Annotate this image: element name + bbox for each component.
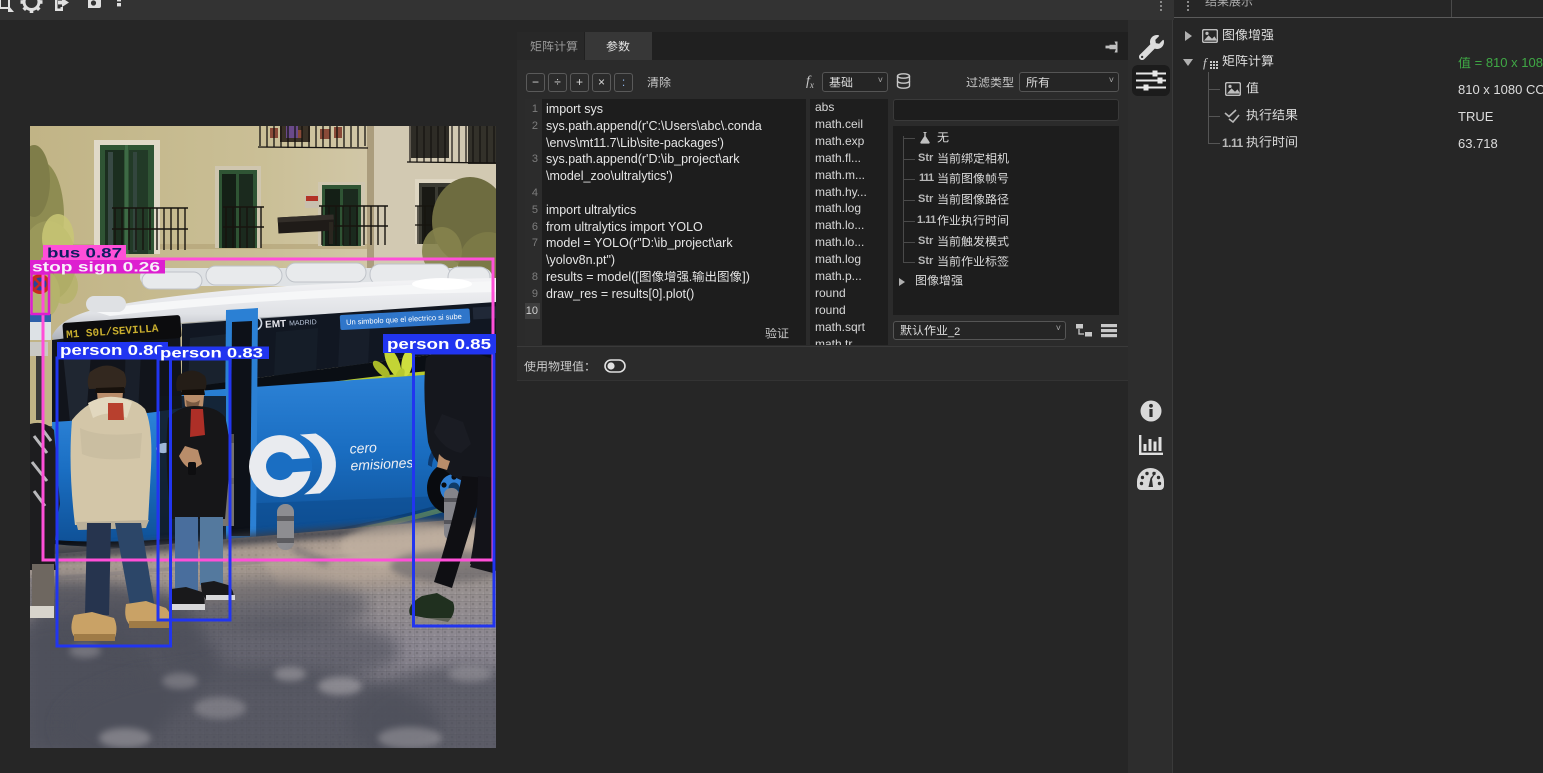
svg-text:MADRID: MADRID <box>289 319 317 327</box>
svg-text:emisiones: emisiones <box>350 454 414 473</box>
svg-text:cero: cero <box>349 439 377 456</box>
svg-text:EMT: EMT <box>265 319 287 331</box>
svg-text:stop sign 0.26: stop sign 0.26 <box>32 259 160 275</box>
svg-text:person 0.86: person 0.86 <box>60 342 164 359</box>
svg-text:person 0.83: person 0.83 <box>160 345 263 361</box>
svg-text:person 0.85: person 0.85 <box>387 336 491 353</box>
